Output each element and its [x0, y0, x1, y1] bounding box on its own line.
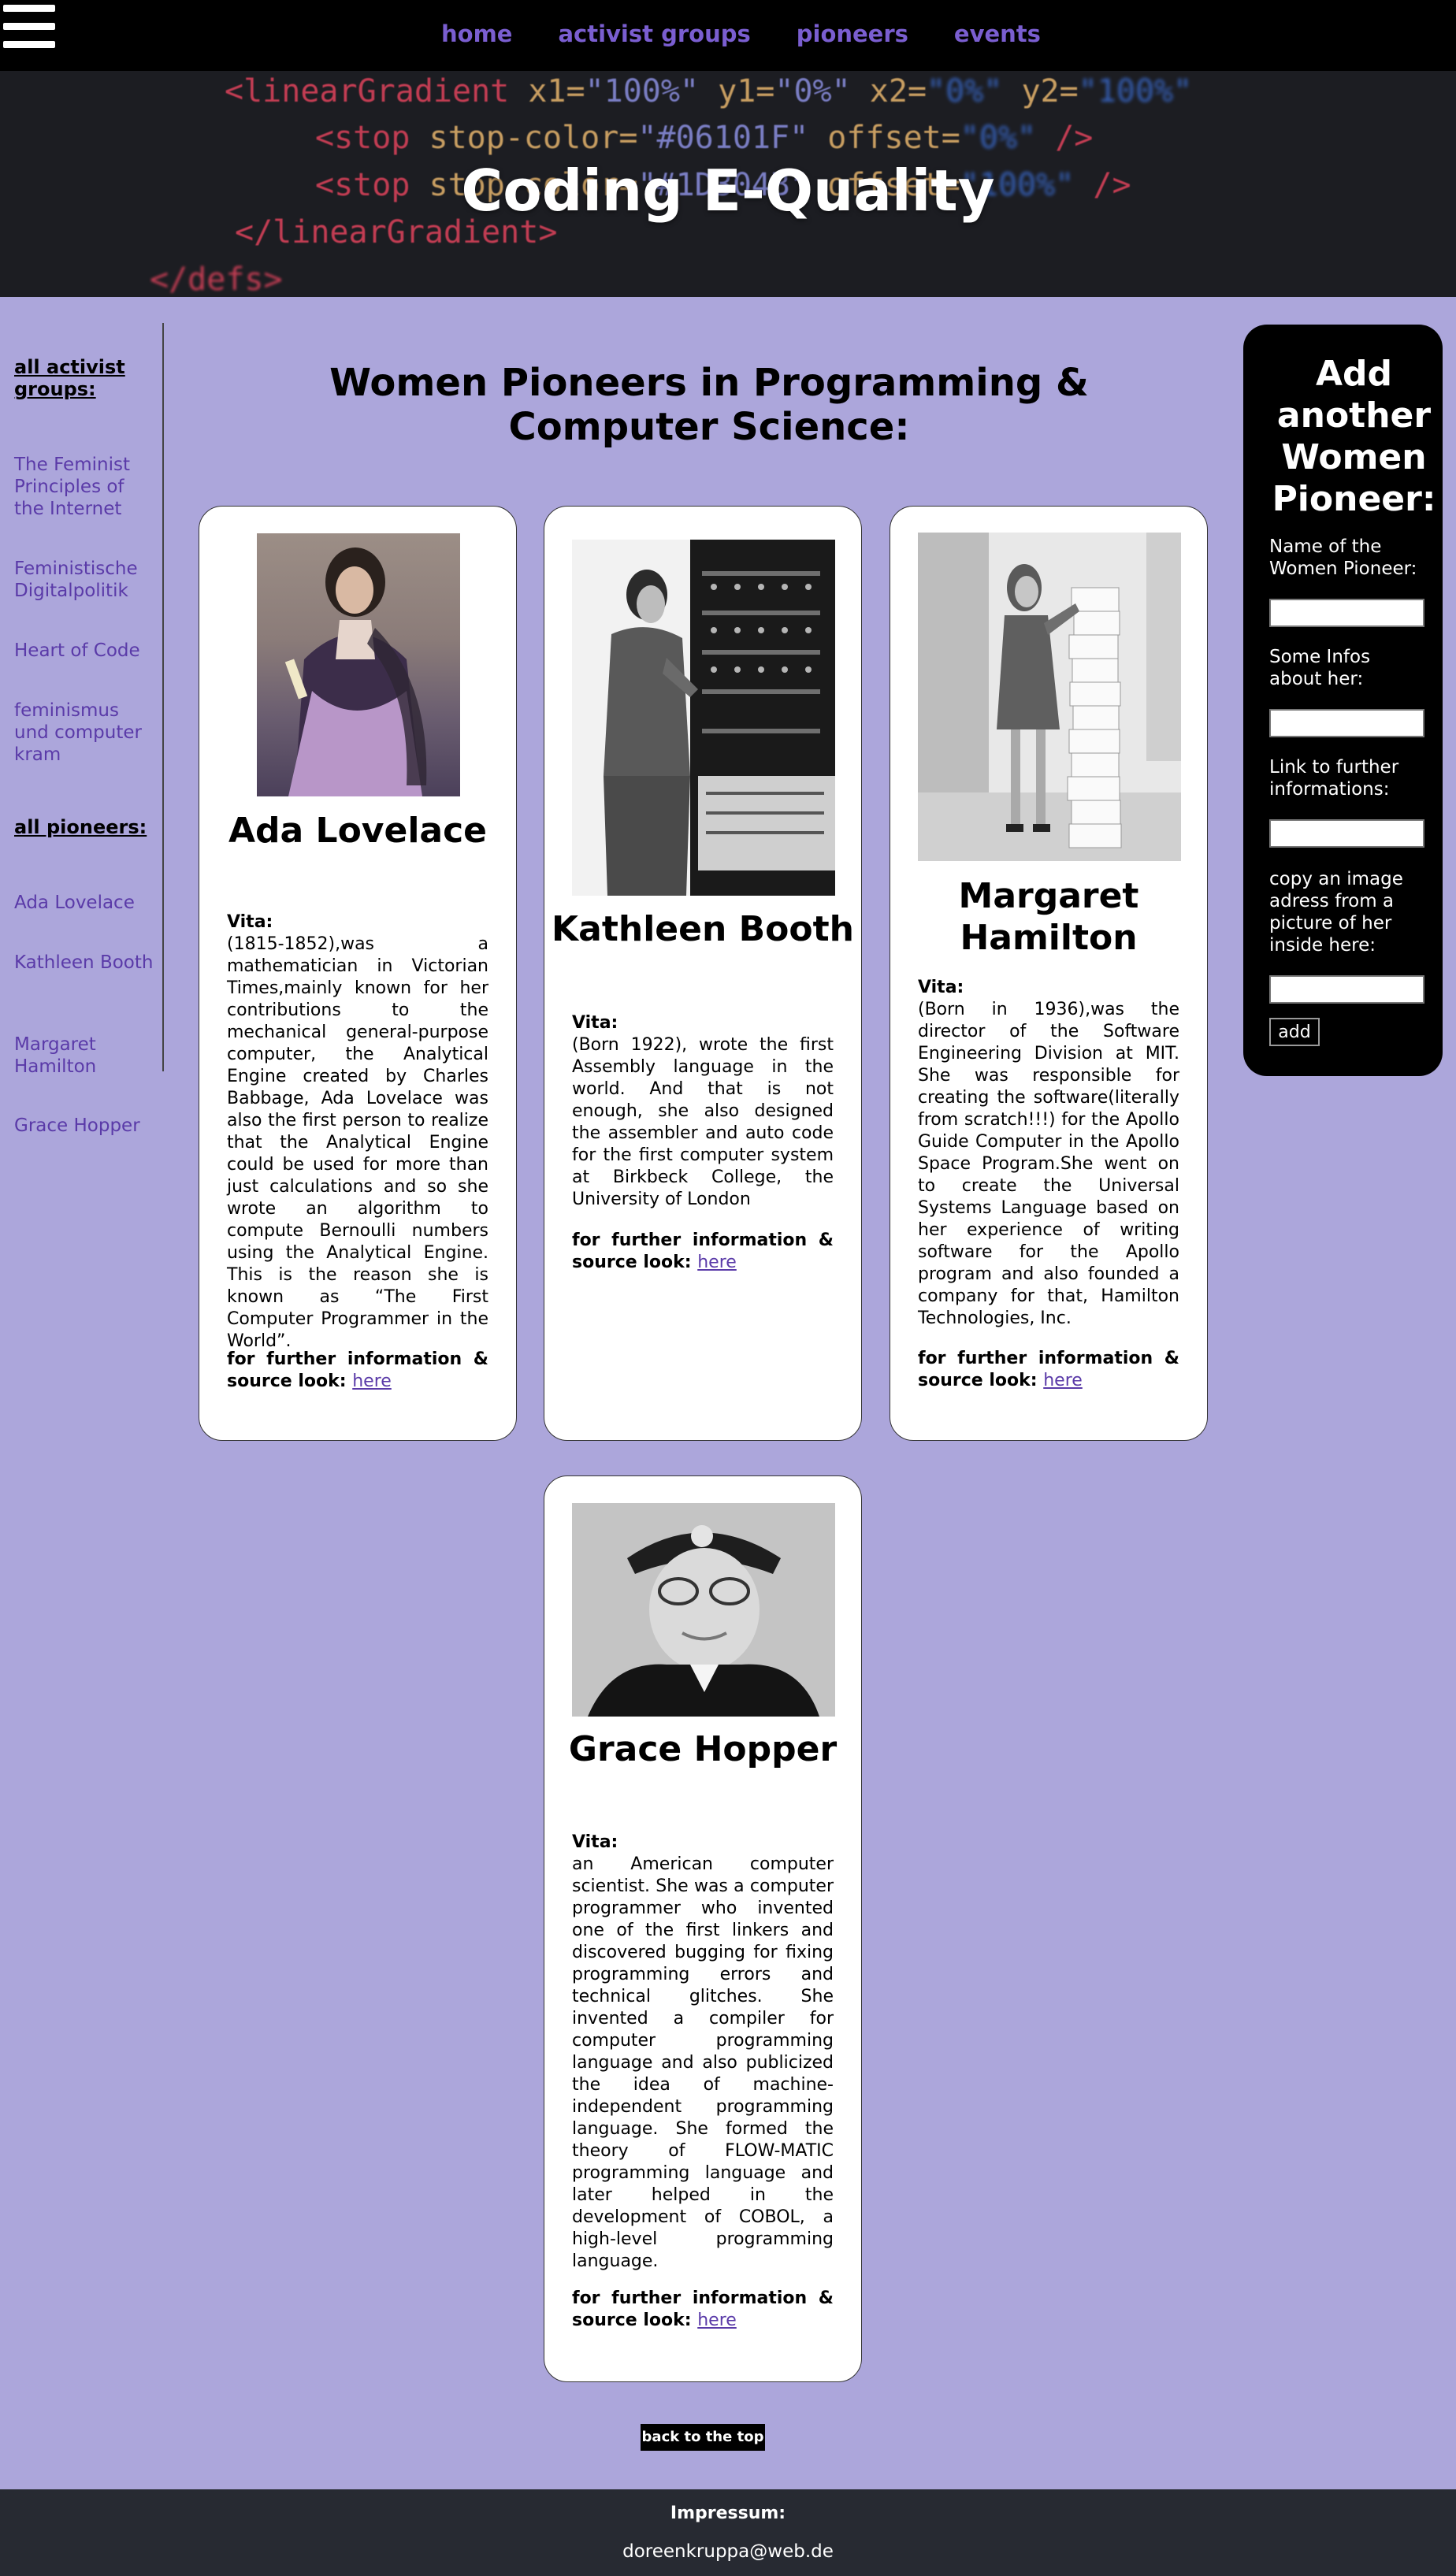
link-label: Link to further informations:	[1269, 757, 1399, 800]
page-title: Women Pioneers in Programming & Computer…	[329, 361, 1089, 449]
code-line-5: </defs>	[150, 262, 283, 297]
name-input[interactable]	[1269, 599, 1424, 627]
pioneer-vita: Vita: (Born in 1936),was the director of…	[918, 977, 1179, 1330]
vita-label: Vita:	[572, 1013, 618, 1033]
add-button[interactable]: add	[1269, 1018, 1320, 1046]
vita-text: (Born in 1936),was the director of the S…	[918, 1000, 1179, 1328]
nav-link-events[interactable]: events	[954, 20, 1041, 47]
link-input[interactable]	[1269, 819, 1424, 848]
source-link[interactable]: here	[697, 1253, 737, 1272]
info-label: Some Infos about her:	[1269, 647, 1371, 689]
sidebar-item-feminismus-computer-kram[interactable]: feminismus und computer kram	[14, 700, 156, 766]
sidebar-item-kathleen-booth[interactable]: Kathleen Booth	[14, 952, 156, 974]
hero-banner: <linearGradient x1="100%" y1="0%" x2="0%…	[0, 71, 1456, 297]
image-url-input[interactable]	[1269, 975, 1424, 1004]
hamburger-menu-icon[interactable]	[3, 5, 55, 52]
sidebar-heading-groups: all activist groups:	[14, 356, 125, 400]
further-info: for further information & source look: h…	[572, 1230, 834, 1274]
vita-label: Vita:	[227, 912, 273, 932]
pioneer-card-grace-hopper: Grace Hopper Vita: an American computer …	[544, 1475, 862, 2382]
nav-link-activist-groups[interactable]: activist groups	[558, 20, 750, 47]
pioneer-name: Grace Hopper	[568, 1729, 838, 1769]
sidebar: all activist groups: The Feminist Princi…	[0, 323, 164, 1136]
add-pioneer-form: Add another Women Pioneer: Name of the W…	[1243, 325, 1443, 1076]
code-line-1: <linearGradient x1="100%" y1="0%" x2="0%…	[225, 73, 1193, 109]
nav-link-pioneers[interactable]: pioneers	[797, 20, 908, 47]
pioneer-vita: Vita: (1815-1852),was a mathematician in…	[227, 911, 488, 1353]
top-navigation: home activist groups pioneers events	[0, 0, 1456, 71]
kathleen-booth-photo	[572, 540, 835, 896]
sidebar-item-feminist-principles[interactable]: The Feminist Principles of the Internet	[14, 454, 156, 520]
form-title: Add another Women Pioneer:	[1272, 354, 1436, 519]
footer: Impressum: doreenkruppa@web.de	[0, 2489, 1456, 2576]
pioneer-name: Ada Lovelace	[228, 811, 488, 851]
sidebar-item-margaret-hamilton[interactable]: Margaret Hamilton	[14, 1034, 156, 1078]
back-to-top-button[interactable]: back to the top	[641, 2424, 765, 2451]
info-input[interactable]	[1269, 709, 1424, 737]
vita-label: Vita:	[918, 978, 964, 997]
grace-hopper-photo	[572, 1503, 835, 1717]
pioneer-card-margaret-hamilton: Margaret Hamilton Vita: (Born in 1936),w…	[890, 506, 1208, 1441]
pioneer-vita: Vita: an American computer scientist. Sh…	[572, 1832, 834, 2273]
pioneer-card-ada-lovelace: Ada Lovelace Vita: (1815-1852),was a mat…	[199, 506, 517, 1441]
pioneer-name: Margaret Hamilton	[958, 876, 1139, 958]
sidebar-item-ada-lovelace[interactable]: Ada Lovelace	[14, 892, 156, 914]
name-label: Name of the Women Pioneer:	[1269, 536, 1417, 579]
source-link[interactable]: here	[697, 2311, 737, 2330]
sidebar-item-feministische-digitalpolitik[interactable]: Feministische Digitalpolitik	[14, 558, 156, 602]
impressum-heading: Impressum:	[670, 2504, 786, 2523]
pioneer-vita: Vita: (Born 1922), wrote the first Assem…	[572, 1012, 834, 1211]
nav-links: home activist groups pioneers events	[441, 20, 1041, 47]
nav-link-home[interactable]: home	[441, 20, 512, 47]
sidebar-item-heart-of-code[interactable]: Heart of Code	[14, 640, 156, 662]
vita-text: an American computer scientist. She was …	[572, 1854, 834, 2271]
sidebar-heading-pioneers: all pioneers:	[14, 816, 147, 838]
further-info: for further information & source look: h…	[572, 2288, 834, 2332]
further-info: for further information & source look: h…	[918, 1348, 1179, 1392]
pioneer-card-kathleen-booth: Kathleen Booth Vita: (Born 1922), wrote …	[544, 506, 862, 1441]
source-link[interactable]: here	[352, 1372, 392, 1391]
vita-text: (Born 1922), wrote the first Assembly la…	[572, 1035, 834, 1209]
source-link[interactable]: here	[1043, 1371, 1083, 1390]
further-info: for further information & source look: h…	[227, 1349, 488, 1393]
image-label: copy an image adress from a picture of h…	[1269, 869, 1403, 956]
pioneer-name: Kathleen Booth	[552, 909, 854, 949]
code-line-2: <stop stop-color="#06101F" offset="0%" /…	[315, 120, 1094, 156]
vita-text: (1815-1852),was a mathematician in Victo…	[227, 934, 488, 1351]
margaret-hamilton-photo	[918, 533, 1181, 861]
ada-lovelace-portrait	[257, 533, 460, 796]
vita-label: Vita:	[572, 1832, 618, 1852]
sidebar-item-grace-hopper[interactable]: Grace Hopper	[14, 1115, 172, 1137]
footer-email: doreenkruppa@web.de	[622, 2541, 834, 2562]
site-title: Coding E-Quality	[461, 158, 995, 224]
